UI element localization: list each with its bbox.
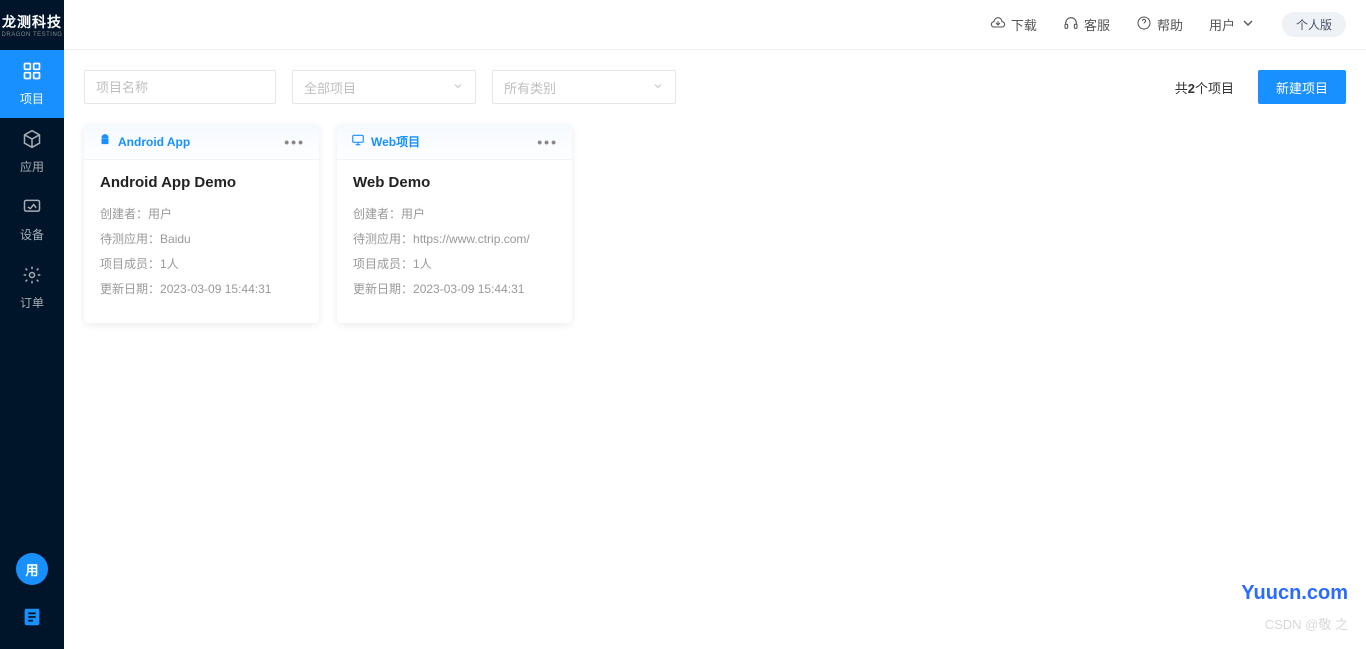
service-label: 客服 (1084, 15, 1110, 34)
gear-icon (22, 265, 42, 288)
grid-icon (22, 61, 42, 84)
category-filter-select[interactable]: 所有类别 (492, 70, 676, 104)
android-icon (98, 133, 112, 150)
search-input[interactable] (84, 70, 276, 104)
monitor-icon (351, 133, 365, 150)
user-label: 用户 (1209, 15, 1235, 34)
card-app: 待测应用：Baidu (100, 230, 303, 248)
headphone-icon (1063, 15, 1079, 34)
logo-main: 龙测科技 (2, 12, 62, 32)
cards: Android App ••• Android App Demo 创建者：用户 … (64, 104, 1366, 343)
main: 下载 客服 帮助 用户 个人版 (64, 0, 1366, 649)
sidebar-item-device[interactable]: 设备 (0, 186, 64, 254)
sidebar-item-project[interactable]: 项目 (0, 50, 64, 118)
card-type: Android App (98, 133, 190, 150)
sidebar: 龙测科技 DRAGON TESTING 项目 应用 设备 (0, 0, 64, 649)
sidebar-item-label: 应用 (20, 158, 44, 175)
card-header: Android App ••• (84, 124, 319, 160)
header: 下载 客服 帮助 用户 个人版 (64, 0, 1366, 50)
card-members: 项目成员：1人 (100, 255, 303, 273)
logo-sub: DRAGON TESTING (2, 32, 63, 38)
question-icon (1136, 15, 1152, 34)
card-header: Web项目 ••• (337, 124, 572, 160)
select-value: 全部项目 (304, 78, 356, 97)
project-card[interactable]: Web项目 ••• Web Demo 创建者：用户 待测应用：https://w… (337, 124, 572, 323)
sidebar-item-label: 订单 (20, 294, 44, 311)
project-card[interactable]: Android App ••• Android App Demo 创建者：用户 … (84, 124, 319, 323)
monitor-icon (22, 197, 42, 220)
service-button[interactable]: 客服 (1063, 15, 1110, 34)
help-label: 帮助 (1157, 15, 1183, 34)
new-project-button[interactable]: 新建项目 (1258, 70, 1346, 104)
card-title: Web Demo (353, 174, 556, 191)
select-value: 所有类别 (504, 78, 556, 97)
sidebar-item-order[interactable]: 订单 (0, 254, 64, 322)
download-button[interactable]: 下载 (990, 15, 1037, 34)
card-members: 项目成员：1人 (353, 255, 556, 273)
card-more-icon[interactable]: ••• (284, 134, 305, 150)
logo: 龙测科技 DRAGON TESTING (0, 0, 64, 50)
card-creator: 创建者：用户 (100, 205, 303, 223)
card-body: Web Demo 创建者：用户 待测应用：https://www.ctrip.c… (337, 160, 572, 323)
sidebar-item-label: 设备 (20, 226, 44, 243)
chevron-down-icon (452, 80, 464, 95)
project-count: 共2个项目 (1175, 78, 1234, 97)
card-app: 待测应用：https://www.ctrip.com/ (353, 230, 556, 248)
toolbar: 全部项目 所有类别 共2个项目 新建项目 (64, 50, 1366, 104)
card-type-label: Android App (118, 135, 190, 149)
card-more-icon[interactable]: ••• (537, 134, 558, 150)
chevron-down-icon (652, 80, 664, 95)
cube-icon (22, 129, 42, 152)
card-creator: 创建者：用户 (353, 205, 556, 223)
card-date: 更新日期：2023-03-09 15:44:31 (100, 280, 303, 298)
card-title: Android App Demo (100, 174, 303, 191)
document-icon[interactable] (20, 605, 44, 629)
version-badge: 个人版 (1282, 12, 1346, 37)
watermark: CSDN @敬 之 (1265, 614, 1348, 633)
card-date: 更新日期：2023-03-09 15:44:31 (353, 280, 556, 298)
help-button[interactable]: 帮助 (1136, 15, 1183, 34)
download-label: 下载 (1011, 15, 1037, 34)
nav: 项目 应用 设备 订单 (0, 50, 64, 322)
avatar[interactable]: 用 (16, 553, 48, 585)
card-type: Web项目 (351, 133, 420, 150)
sidebar-item-label: 项目 (20, 90, 44, 107)
card-type-label: Web项目 (371, 133, 420, 150)
user-menu[interactable]: 用户 (1209, 15, 1256, 34)
sidebar-item-app[interactable]: 应用 (0, 118, 64, 186)
project-filter-select[interactable]: 全部项目 (292, 70, 476, 104)
sidebar-bottom: 用 (0, 553, 64, 649)
watermark: Yuucn.com (1241, 582, 1348, 605)
cloud-download-icon (990, 15, 1006, 34)
card-body: Android App Demo 创建者：用户 待测应用：Baidu 项目成员：… (84, 160, 319, 323)
chevron-down-icon (1240, 15, 1256, 34)
